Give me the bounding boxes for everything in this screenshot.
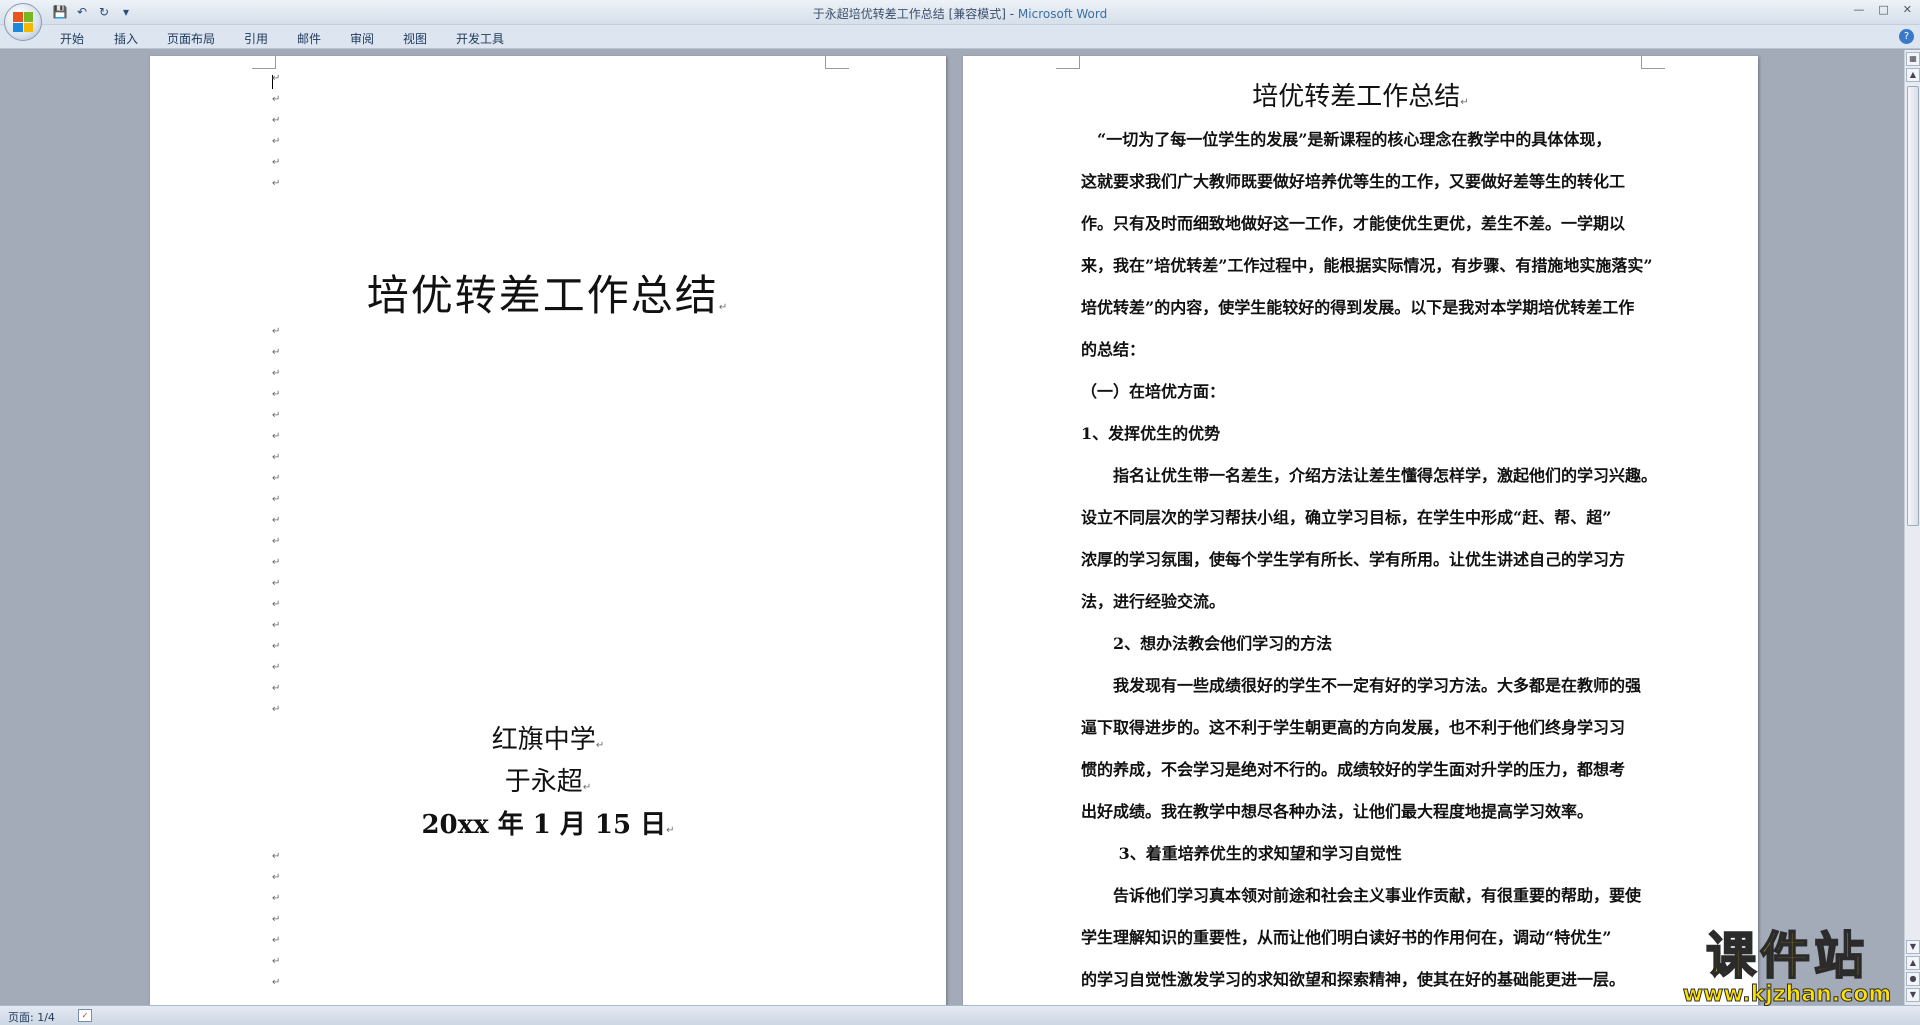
cover-school: 红旗中学↵ xyxy=(491,725,605,755)
paragraph-mark: ↵ xyxy=(272,641,281,652)
paragraph-mark: ↵ xyxy=(272,94,281,105)
subsection-heading: 2、想办法教会他们学习的方法 xyxy=(1081,634,1333,653)
document-area[interactable]: ↵ ↵ ↵ ↵ ↵ ↵ 培优转差工作总结↵ ↵ ↵ ↵ ↵ ↵ ↵ ↵ ↵ ↵ … xyxy=(0,50,1904,1005)
content-line: 出好成绩。我在教学中想尽各种办法，让他们最大程度地提高学习效率。 xyxy=(1081,802,1594,821)
content-line: 培优转差”的内容，使学生能较好的得到发展。以下是我对本学期培优转差工作 xyxy=(1081,298,1635,317)
tab-developer[interactable]: 开发工具 xyxy=(456,30,504,47)
paragraph-mark: ↵ xyxy=(272,473,281,484)
title-bar: 💾 ↶ ↻ ▾ 于永超培优转差工作总结 [兼容模式] - Microsoft W… xyxy=(0,0,1920,25)
cover-page[interactable]: ↵ ↵ ↵ ↵ ↵ ↵ 培优转差工作总结↵ ↵ ↵ ↵ ↵ ↵ ↵ ↵ ↵ ↵ … xyxy=(150,56,946,1005)
scroll-down-icon[interactable]: ▼ xyxy=(1906,940,1920,954)
paragraph-mark: ↵ xyxy=(272,536,281,547)
ribbon-tabs: 开始 插入 页面布局 引用 邮件 审阅 视图 开发工具 ? xyxy=(0,25,1920,49)
paragraph-mark: ↵ xyxy=(272,515,281,526)
margin-corner xyxy=(1641,56,1665,69)
close-icon[interactable]: ✕ xyxy=(1903,3,1912,16)
browse-object-icon[interactable]: ● xyxy=(1906,972,1920,986)
content-line: 的总结： xyxy=(1081,340,1146,359)
tab-review[interactable]: 审阅 xyxy=(350,30,374,47)
tab-page-layout[interactable]: 页面布局 xyxy=(167,30,215,47)
office-logo-icon xyxy=(13,12,33,32)
content-line: 法，进行经验交流。 xyxy=(1081,592,1226,611)
paragraph-mark: ↵ xyxy=(272,599,281,610)
tab-references[interactable]: 引用 xyxy=(244,30,268,47)
ruler-toggle-icon[interactable]: ▦ xyxy=(1906,52,1920,66)
vertical-scrollbar[interactable]: ▦ ▲ ▼ ▲ ● ▼ xyxy=(1904,50,1920,1005)
margin-corner xyxy=(825,56,849,69)
page-indicator[interactable]: 页面: 1/4 xyxy=(8,1009,55,1025)
window-title: 于永超培优转差工作总结 [兼容模式] - Microsoft Word xyxy=(0,5,1920,22)
paragraph-mark: ↵ xyxy=(272,620,281,631)
cover-title: 培优转差工作总结↵ xyxy=(366,271,730,320)
tab-insert[interactable]: 插入 xyxy=(114,30,138,47)
watermark-url: www.kjzhan.com xyxy=(1682,982,1892,1007)
paragraph-mark: ↵ xyxy=(272,73,281,84)
tab-mailings[interactable]: 邮件 xyxy=(297,30,321,47)
status-bar: 页面: 1/4 ✓ xyxy=(0,1005,1920,1025)
content-line: 指名让优生带一名差生，介绍方法让差生懂得怎样学，激起他们的学习兴趣。 xyxy=(1081,466,1658,485)
paragraph-mark: ↵ xyxy=(272,115,281,126)
watermark-logo: 课件站 www.kjzhan.com xyxy=(1672,927,1902,1007)
paragraph-mark: ↵ xyxy=(272,452,281,463)
document-title: 于永超培优转差工作总结 [兼容模式] - xyxy=(812,7,1018,21)
paragraph-mark: ↵ xyxy=(272,347,281,358)
window-controls: — □ ✕ xyxy=(1853,3,1912,16)
help-icon[interactable]: ? xyxy=(1899,29,1914,44)
content-page[interactable]: 培优转差工作总结↵ “一切为了每一位学生的发展”是新课程的核心理念在教学中的具体… xyxy=(963,56,1758,1005)
paragraph-mark: ↵ xyxy=(272,178,281,189)
content-line: 来，我在”培优转差”工作过程中，能根据实际情况，有步骤、有措施地实施落实” xyxy=(1081,256,1653,275)
paragraph-mark: ↵ xyxy=(272,956,281,967)
paragraph-mark: ↵ xyxy=(272,410,281,421)
paragraph-mark: ↵ xyxy=(272,872,281,883)
scroll-up-icon[interactable]: ▲ xyxy=(1906,68,1920,82)
content-line: 设立不同层次的学习帮扶小组，确立学习目标，在学生中形成“赶、帮、超” xyxy=(1081,508,1612,527)
paragraph-mark: ↵ xyxy=(272,977,281,988)
paragraph-mark: ↵ xyxy=(272,914,281,925)
content-line: 我发现有一些成绩很好的学生不一定有好的学习方法。大多都是在教师的强 xyxy=(1081,676,1642,695)
paragraph-mark: ↵ xyxy=(272,704,281,715)
paragraph-mark: ↵ xyxy=(272,431,281,442)
tab-view[interactable]: 视图 xyxy=(403,30,427,47)
content-line: 逼下取得进步的。这不利于学生朝更高的方向发展，也不利于他们终身学习习 xyxy=(1081,718,1626,737)
content-line: 学生理解知识的重要性，从而让他们明白读好书的作用何在，调动“特优生” xyxy=(1081,928,1612,947)
proofing-icon[interactable]: ✓ xyxy=(78,1009,92,1022)
paragraph-mark: ↵ xyxy=(272,326,281,337)
cover-date: 20xx 年 1 月 15 日↵ xyxy=(421,810,675,840)
subsection-heading: 1、发挥优生的优势 xyxy=(1081,424,1221,443)
minimize-icon[interactable]: — xyxy=(1853,3,1864,16)
content-line: 惯的养成，不会学习是绝对不行的。成绩较好的学生面对升学的压力，都想考 xyxy=(1081,760,1626,779)
paragraph-mark: ↵ xyxy=(272,494,281,505)
margin-corner xyxy=(1056,56,1080,69)
previous-page-icon[interactable]: ▲ xyxy=(1906,956,1920,970)
content-line: 这就要求我们广大教师既要做好培养优等生的工作，又要做好差等生的转化工 xyxy=(1081,172,1626,191)
subsection-heading: 3、着重培养优生的求知望和学习自觉性 xyxy=(1081,844,1402,863)
content-line: 告诉他们学习真本领对前途和社会主义事业作贡献，有很重要的帮助，要使 xyxy=(1081,886,1642,905)
paragraph-mark: ↵ xyxy=(272,935,281,946)
app-name: Microsoft Word xyxy=(1017,7,1108,21)
cover-author: 于永超↵ xyxy=(504,767,592,797)
watermark-text: 课件站 xyxy=(1705,927,1868,985)
content-title: 培优转差工作总结↵ xyxy=(1252,82,1469,112)
paragraph-mark: ↵ xyxy=(272,683,281,694)
section-heading: （一）在培优方面： xyxy=(1081,382,1226,401)
paragraph-mark: ↵ xyxy=(272,893,281,904)
content-line: 的学习自觉性激发学习的求知欲望和探索精神，使其在好的基础能更进一层。 xyxy=(1081,970,1626,989)
next-page-icon[interactable]: ▼ xyxy=(1906,988,1920,1002)
paragraph-mark: ↵ xyxy=(272,578,281,589)
scroll-thumb[interactable] xyxy=(1907,86,1919,526)
paragraph-mark: ↵ xyxy=(272,851,281,862)
paragraph-mark: ↵ xyxy=(272,368,281,379)
paragraph-mark: ↵ xyxy=(272,557,281,568)
paragraph-mark: ↵ xyxy=(272,389,281,400)
tab-home[interactable]: 开始 xyxy=(60,30,84,47)
paragraph-mark: ↵ xyxy=(272,136,281,147)
margin-corner xyxy=(252,56,276,69)
content-line: “一切为了每一位学生的发展”是新课程的核心理念在教学中的具体体现， xyxy=(1081,130,1612,149)
paragraph-mark: ↵ xyxy=(272,662,281,673)
content-line: 浓厚的学习氛围，使每个学生学有所长、学有所用。让优生讲述自己的学习方 xyxy=(1081,550,1626,569)
maximize-icon[interactable]: □ xyxy=(1878,3,1888,16)
office-button[interactable] xyxy=(4,3,42,41)
paragraph-mark: ↵ xyxy=(272,157,281,168)
content-line: 作。只有及时而细致地做好这一工作，才能使优生更优，差生不差。一学期以 xyxy=(1081,214,1626,233)
